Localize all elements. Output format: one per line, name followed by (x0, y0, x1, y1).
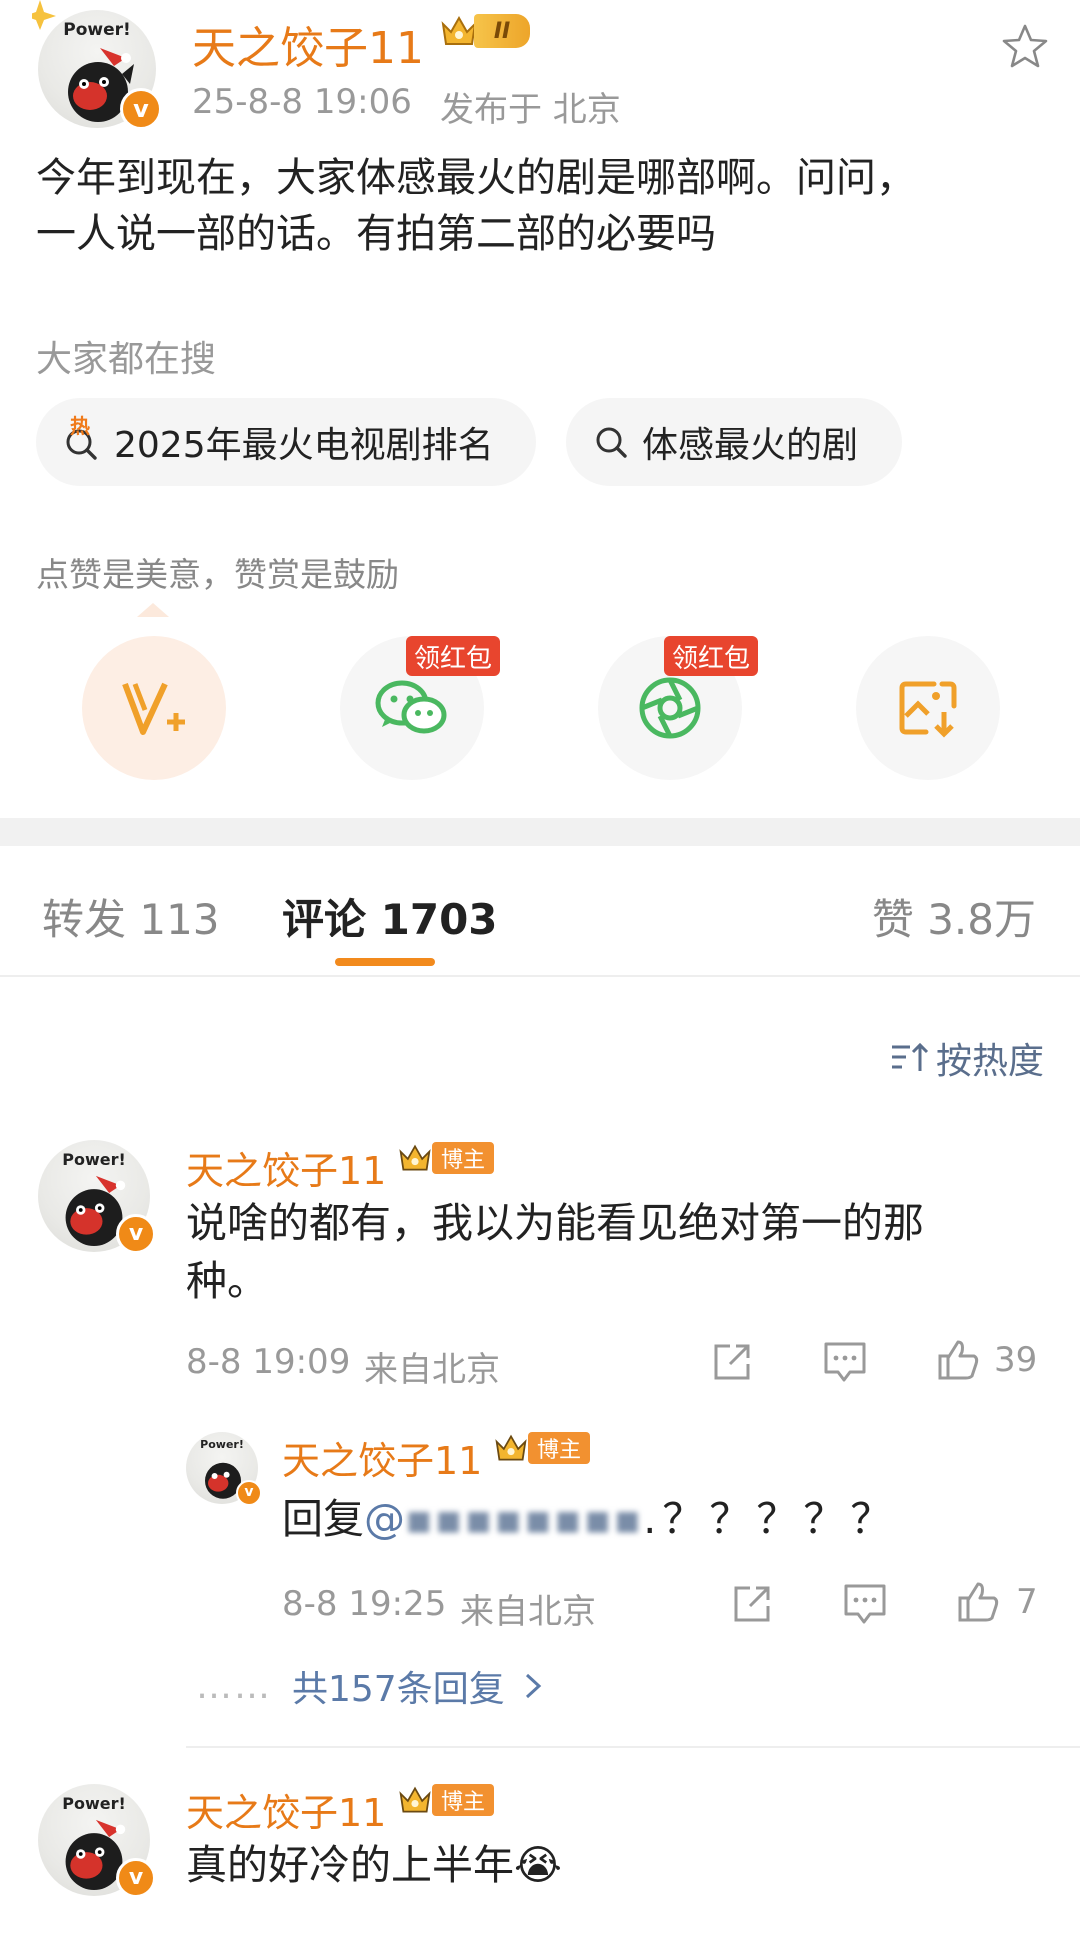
avatar-text: Power! (200, 1438, 244, 1451)
comment-icon (844, 1584, 886, 1624)
like-button[interactable]: 7 (954, 1578, 1038, 1626)
reply-prefix: 回复 (282, 1495, 364, 1543)
reply-content: 回复@▪▪▪▪▪▪▪▪.？？？？？ (282, 1490, 1042, 1548)
more-replies-label: 共157条回复 (292, 1669, 505, 1710)
comment-content: 说啥的都有，我以为能看见绝对第一的那 种。 (186, 1194, 1016, 1310)
crown-icon (495, 1434, 527, 1461)
reply-text: .？？？？？ (643, 1495, 898, 1543)
hot-search-icon: 热 (62, 414, 102, 462)
search-chip-label: 2025年最火电视剧排名 (114, 425, 494, 466)
post-location: 发布于 北京 (440, 90, 621, 130)
post-text-line: 一人说一部的话。有拍第二部的必要吗 (36, 211, 716, 257)
red-packet-badge: 领红包 (406, 636, 501, 676)
blogger-badge: 博主 (494, 1432, 590, 1464)
blogger-badge: 博主 (398, 1142, 494, 1174)
verified-badge-icon: v (116, 1858, 156, 1898)
tip-caret (137, 603, 169, 617)
crown-icon (399, 1144, 431, 1171)
sort-label: 按热度 (935, 1041, 1044, 1082)
crown-icon (399, 1786, 431, 1813)
comment-avatar[interactable]: Power! v (38, 1784, 156, 1898)
verified-badge-icon: v (116, 1214, 156, 1254)
wechat-icon (375, 680, 447, 734)
post-header: Power! v 天之饺子11 II 25-8-8 19:06 发布于 北京 (0, 0, 1080, 140)
comment-button[interactable] (822, 1340, 868, 1384)
verified-badge-icon: v (120, 88, 162, 130)
like-count: 7 (1016, 1582, 1038, 1622)
search-section-title: 大家都在搜 (36, 339, 217, 380)
comment-author-name[interactable]: 天之饺子11 (186, 1140, 386, 1195)
tab-likes[interactable]: 赞 3.8万 (872, 886, 1036, 947)
search-chip-label: 体感最火的剧 (642, 425, 859, 466)
save-image-button[interactable] (856, 636, 1000, 780)
comment-button[interactable] (842, 1582, 888, 1626)
reply-location: 来自北京 (460, 1592, 596, 1632)
more-replies-link[interactable]: …… 共157条回复 (196, 1660, 547, 1712)
more-dots: …… (196, 1665, 272, 1707)
post-author-name[interactable]: 天之饺子11 (192, 12, 424, 76)
like-button[interactable]: 39 (934, 1336, 1037, 1384)
comment-avatar[interactable]: Power! v (38, 1140, 156, 1254)
repost-button[interactable] (730, 1582, 774, 1626)
post-content: 今年到现在，大家体感最火的剧是哪部啊。问问， 一人说一部的话。有拍第二部的必要吗 (36, 150, 1046, 262)
comment-time: 8-8 19:09 (186, 1342, 351, 1382)
moments-icon (639, 677, 701, 739)
comment-author-name[interactable]: 天之饺子11 (186, 1782, 386, 1837)
avatar-text: Power! (62, 1794, 126, 1813)
verified-badge-icon: v (236, 1480, 262, 1506)
search-chip[interactable]: 体感最火的剧 (566, 398, 902, 486)
sort-by-hot-button[interactable]: 按热度 (890, 1032, 1044, 1084)
blurred-username: ▪▪▪▪▪▪▪▪ (405, 1495, 644, 1543)
save-image-icon (899, 681, 957, 738)
active-tab-indicator (335, 958, 435, 966)
appreciate-button[interactable] (82, 636, 226, 780)
comment-separator (186, 1746, 1080, 1748)
repost-button[interactable] (710, 1340, 754, 1384)
blogger-label: 博主 (528, 1432, 590, 1464)
v-plus-icon (122, 682, 185, 735)
hot-mark: 热 (70, 414, 90, 438)
search-icon (596, 427, 627, 458)
avatar-text: Power! (63, 20, 131, 40)
appreciate-tip: 点赞是美意，赞赏是鼓励 (36, 555, 399, 594)
sort-icon (891, 1042, 929, 1071)
tabs-border (0, 975, 1080, 977)
comment-location: 来自北京 (364, 1350, 500, 1390)
favorite-star-icon[interactable] (1000, 22, 1050, 72)
comment-text-line: 说啥的都有，我以为能看见绝对第一的那 (186, 1199, 924, 1247)
mention-link[interactable]: @▪▪▪▪▪▪▪▪ (364, 1495, 643, 1543)
like-count: 39 (994, 1340, 1038, 1380)
post-text-line: 今年到现在，大家体感最火的剧是哪部啊。问问， (36, 155, 916, 201)
tab-comments[interactable]: 评论 1703 (282, 886, 498, 947)
reply-author-name[interactable]: 天之饺子11 (282, 1430, 482, 1485)
author-avatar[interactable]: Power! v (38, 10, 162, 130)
level-value: II (474, 14, 530, 48)
mention-at: @ (364, 1495, 405, 1543)
comment-icon (824, 1342, 866, 1382)
avatar-text: Power! (62, 1150, 126, 1169)
comment-text-line: 真的好冷的上半年 (186, 1841, 514, 1889)
search-chip[interactable]: 热 2025年最火电视剧排名 (36, 398, 536, 486)
thumbs-up-icon (958, 1582, 999, 1622)
reply-avatar[interactable]: Power! v (186, 1432, 262, 1506)
comment-content: 真的好冷的上半年😭 (186, 1836, 1016, 1894)
red-packet-badge: 领红包 (664, 636, 759, 676)
tab-reposts[interactable]: 转发 113 (42, 886, 220, 947)
section-divider (0, 818, 1080, 846)
blogger-badge: 博主 (398, 1784, 494, 1816)
blogger-label: 博主 (432, 1784, 494, 1816)
reply-time: 8-8 19:25 (282, 1584, 447, 1624)
crying-emoji-icon: 😭 (514, 1841, 562, 1889)
chevron-right-icon (525, 1673, 541, 1699)
blogger-label: 博主 (432, 1142, 494, 1174)
share-icon (714, 1344, 750, 1380)
level-badge[interactable]: II (440, 14, 530, 48)
crown-icon (441, 15, 477, 45)
thumbs-up-icon (938, 1340, 979, 1380)
comment-text-line: 种。 (186, 1257, 268, 1305)
post-time: 25-8-8 19:06 (192, 82, 412, 122)
share-icon (734, 1586, 770, 1622)
